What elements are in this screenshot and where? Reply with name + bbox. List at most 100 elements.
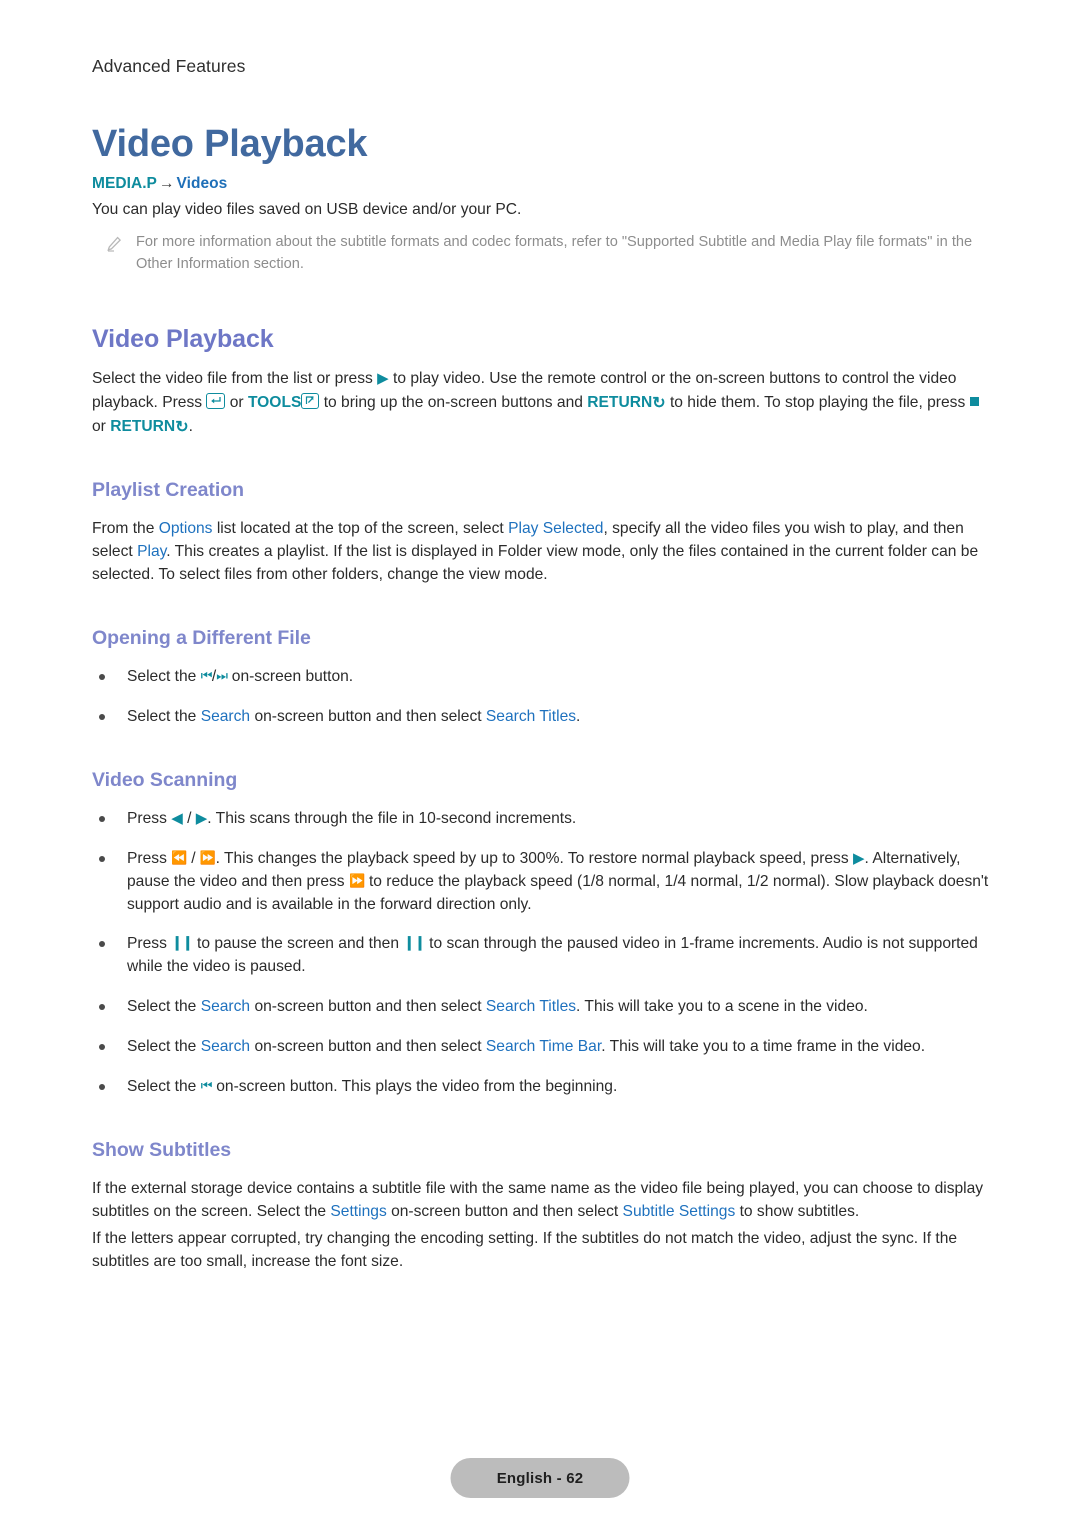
sub-heading-opening-a-different-file: Opening a Different File bbox=[92, 626, 311, 649]
text-run: on-screen button and then select bbox=[386, 1202, 623, 1220]
text-run: on-screen button. This plays the video f… bbox=[211, 1078, 618, 1096]
bullet-icon bbox=[99, 815, 105, 822]
text-run: Select the bbox=[127, 1078, 201, 1096]
text-run: Press bbox=[127, 849, 172, 867]
sub-heading-video-scanning: Video Scanning bbox=[92, 768, 238, 791]
text-run: to hide them. To stop playing the file, … bbox=[665, 394, 970, 412]
list-item: Select the ⏮ on-screen button. This play… bbox=[92, 1076, 994, 1099]
text-run: on-screen button and then select bbox=[250, 998, 486, 1016]
text-run: / bbox=[186, 849, 200, 867]
play-icon: ▶ bbox=[853, 849, 865, 867]
text-run: / bbox=[182, 809, 196, 827]
bullet-icon bbox=[99, 941, 105, 948]
text-run: on-screen button and then select bbox=[250, 707, 486, 725]
enter-key-icon bbox=[206, 393, 226, 410]
text-run: . This creates a playlist. If the list i… bbox=[92, 543, 979, 583]
return-arrow-icon: ↻ bbox=[652, 395, 666, 413]
text-run: or bbox=[225, 394, 248, 412]
section-heading-video-playback: Video Playback bbox=[92, 325, 274, 354]
opening-a-different-file-list: Select the ⏮/⏭ on-screen button. Select … bbox=[92, 666, 994, 729]
list-item: Select the Search on-screen button and t… bbox=[92, 706, 994, 729]
link-search[interactable]: Search bbox=[201, 1038, 250, 1055]
text-run: Select the video file from the list or p… bbox=[92, 370, 378, 388]
return-label: RETURN bbox=[587, 394, 653, 412]
link-search[interactable]: Search bbox=[201, 998, 250, 1015]
list-item: Press ⏪ / ⏩. This changes the playback s… bbox=[92, 848, 994, 917]
tools-label: TOOLS bbox=[247, 394, 302, 412]
breadcrumb: MEDIA.P → Videos bbox=[92, 175, 994, 193]
list-item: Press ❙❙ to pause the screen and then ❙❙… bbox=[92, 933, 994, 979]
breadcrumb-leaf: Videos bbox=[176, 174, 228, 192]
return-arrow-icon: ↻ bbox=[175, 419, 189, 437]
text-run: to show subtitles. bbox=[735, 1202, 860, 1220]
fast-forward-icon: ⏩ bbox=[348, 872, 365, 888]
text-run: . bbox=[576, 707, 581, 725]
text-run: to pause the screen and then bbox=[192, 935, 404, 953]
rewind-icon: ⏪ bbox=[171, 849, 187, 865]
text-run: Press bbox=[127, 809, 172, 827]
text-run: on-screen button and then select bbox=[250, 1038, 486, 1056]
bullet-icon bbox=[99, 1044, 105, 1051]
video-scanning-list: Press ◀ / ▶. This scans through the file… bbox=[92, 808, 994, 1099]
text-run: Select the bbox=[127, 707, 201, 725]
note-text: For more information about the subtitle … bbox=[136, 233, 973, 272]
bullet-icon bbox=[99, 713, 105, 720]
skip-back-icon: ⏮ bbox=[200, 1078, 213, 1094]
bullet-icon bbox=[99, 1084, 105, 1091]
list-item: Select the Search on-screen button and t… bbox=[92, 996, 994, 1019]
text-run: or bbox=[92, 418, 111, 436]
link-play-selected[interactable]: Play Selected bbox=[508, 520, 603, 537]
show-subtitles-paragraph-1: If the external storage device contains … bbox=[92, 1178, 994, 1224]
running-header: Advanced Features bbox=[92, 56, 246, 76]
page-title: Video Playback bbox=[92, 123, 368, 165]
link-search-time-bar[interactable]: Search Time Bar bbox=[486, 1038, 601, 1055]
page-content: Advanced Features Video Playback MEDIA.P… bbox=[0, 0, 1080, 1534]
link-options[interactable]: Options bbox=[159, 520, 213, 537]
page-number-label: English - 62 bbox=[496, 1469, 584, 1487]
page-footer-badge: English - 62 bbox=[450, 1458, 630, 1498]
text-run: Press bbox=[127, 935, 172, 953]
text-run: . bbox=[188, 418, 193, 436]
list-item: Select the Search on-screen button and t… bbox=[92, 1036, 994, 1059]
link-search-titles[interactable]: Search Titles bbox=[486, 708, 576, 725]
text-run: . This will take you to a time frame in … bbox=[601, 1038, 926, 1056]
fast-forward-icon: ⏩ bbox=[199, 849, 216, 865]
stop-icon bbox=[969, 397, 979, 407]
text-run: Select the bbox=[127, 998, 201, 1016]
bullet-icon bbox=[99, 1004, 105, 1011]
triangle-left-icon: ◀ bbox=[171, 809, 183, 827]
triangle-right-icon: ▶ bbox=[195, 809, 208, 827]
text-run: Select the bbox=[127, 1038, 201, 1056]
tools-key-icon bbox=[301, 393, 320, 410]
bullet-icon bbox=[99, 855, 105, 862]
pause-icon: ❙❙ bbox=[171, 934, 193, 951]
link-search[interactable]: Search bbox=[201, 708, 250, 725]
play-icon: ▶ bbox=[377, 370, 389, 388]
text-run: . This will take you to a scene in the v… bbox=[576, 998, 868, 1016]
link-subtitle-settings[interactable]: Subtitle Settings bbox=[623, 1203, 736, 1220]
text-run: on-screen button. bbox=[227, 667, 354, 685]
intro-paragraph: You can play video files saved on USB de… bbox=[92, 200, 522, 218]
link-search-titles[interactable]: Search Titles bbox=[486, 998, 576, 1015]
skip-back-icon: ⏮ bbox=[200, 667, 213, 683]
text-run: list located at the top of the screen, s… bbox=[212, 520, 509, 538]
text-run: to bring up the on-screen buttons and bbox=[319, 394, 588, 412]
breadcrumb-root: MEDIA.P bbox=[92, 174, 157, 192]
text-run: . This scans through the file in 10-seco… bbox=[207, 809, 577, 827]
pause-icon: ❙❙ bbox=[403, 934, 425, 951]
link-settings[interactable]: Settings bbox=[330, 1203, 386, 1220]
text-run: Select the bbox=[127, 667, 201, 685]
playlist-creation-paragraph: From the Options list located at the top… bbox=[92, 518, 994, 587]
pencil-icon bbox=[106, 232, 126, 257]
list-item: Select the ⏮/⏭ on-screen button. bbox=[92, 666, 994, 689]
list-item: Press ◀ / ▶. This scans through the file… bbox=[92, 808, 994, 831]
text-run: From the bbox=[92, 520, 159, 538]
skip-forward-icon: ⏭ bbox=[216, 667, 228, 683]
link-play[interactable]: Play bbox=[137, 543, 166, 560]
sub-heading-show-subtitles: Show Subtitles bbox=[92, 1139, 232, 1162]
breadcrumb-arrow-icon: → bbox=[158, 174, 175, 192]
return-label: RETURN bbox=[110, 418, 176, 436]
video-playback-paragraph: Select the video file from the list or p… bbox=[92, 368, 994, 439]
bullet-icon bbox=[99, 673, 105, 680]
note-block: For more information about the subtitle … bbox=[106, 232, 994, 276]
